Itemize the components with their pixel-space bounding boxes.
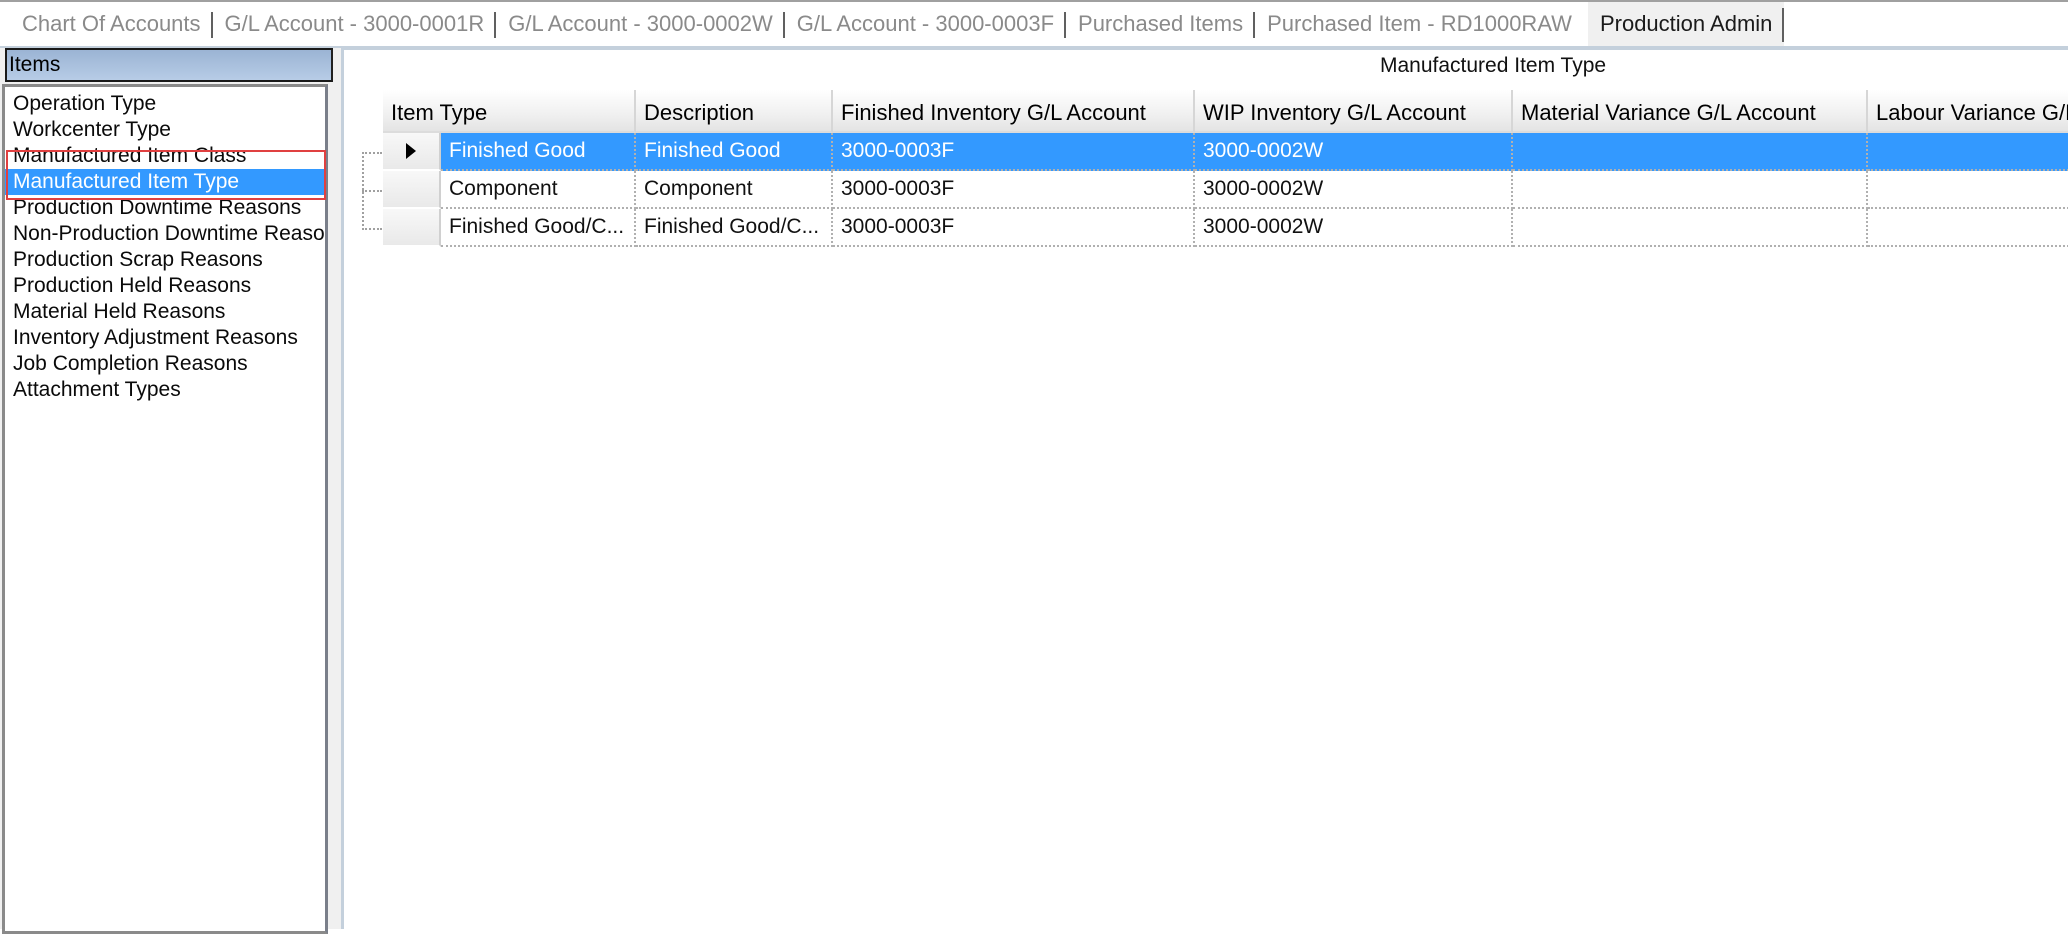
cell-wip-inventory-gl[interactable]: 3000-0002W: [1195, 133, 1513, 171]
items-list: Operation Type Workcenter Type Manufactu…: [2, 84, 328, 934]
cell-labour-variance-gl[interactable]: [1868, 133, 2068, 171]
grid-header-row: Item Type Description Finished Inventory…: [383, 90, 2068, 133]
tab-label: G/L Account - 3000-0002W: [508, 11, 773, 36]
item-type-grid: Item Type Description Finished Inventory…: [383, 90, 2068, 247]
cell-description[interactable]: Finished Good/C...: [636, 209, 833, 247]
tab-label: Production Admin: [1599, 11, 1773, 36]
column-header-labour-variance-gl[interactable]: Labour Variance G/L: [1868, 90, 2068, 133]
tab-label: Purchased Item - RD1000RAW: [1267, 11, 1572, 36]
tab-gl-account-3000-0001r[interactable]: G/L Account - 3000-0001R: [213, 2, 497, 46]
list-item-material-held-reasons[interactable]: Material Held Reasons: [5, 299, 325, 325]
cell-finished-inventory-gl[interactable]: 3000-0003F: [833, 209, 1195, 247]
list-item-production-scrap-reasons[interactable]: Production Scrap Reasons: [5, 247, 325, 273]
tab-gl-account-3000-0002w[interactable]: G/L Account - 3000-0002W: [496, 2, 785, 46]
table-row[interactable]: Finished Good Finished Good 3000-0003F 3…: [383, 133, 2068, 171]
list-item-inventory-adjustment-reasons[interactable]: Inventory Adjustment Reasons: [5, 325, 325, 351]
tab-gl-account-3000-0003f[interactable]: G/L Account - 3000-0003F: [785, 2, 1067, 46]
cell-labour-variance-gl[interactable]: [1868, 209, 2068, 247]
items-panel-header: Items: [5, 48, 333, 82]
table-row[interactable]: Finished Good/C... Finished Good/C... 30…: [383, 209, 2068, 247]
cell-description[interactable]: Component: [636, 171, 833, 209]
row-selector[interactable]: [383, 171, 441, 209]
list-item-workcenter-type[interactable]: Workcenter Type: [5, 117, 325, 143]
row-selector[interactable]: [383, 209, 441, 247]
list-item-operation-type[interactable]: Operation Type: [5, 91, 325, 117]
list-item-production-downtime-reasons[interactable]: Production Downtime Reasons: [5, 195, 325, 221]
cell-item-type[interactable]: Finished Good: [441, 133, 636, 171]
cell-item-type[interactable]: Finished Good/C...: [441, 209, 636, 247]
cell-material-variance-gl[interactable]: [1513, 133, 1868, 171]
table-row[interactable]: Component Component 3000-0003F 3000-0002…: [383, 171, 2068, 209]
tree-connector-tick: [362, 152, 382, 154]
row-selector[interactable]: [383, 133, 441, 171]
list-item-attachment-types[interactable]: Attachment Types: [5, 377, 325, 403]
tab-purchased-items[interactable]: Purchased Items: [1066, 2, 1256, 46]
cell-wip-inventory-gl[interactable]: 3000-0002W: [1195, 209, 1513, 247]
list-item-manufactured-item-class[interactable]: Manufactured Item Class: [5, 143, 325, 169]
column-header-wip-inventory-gl[interactable]: WIP Inventory G/L Account: [1195, 90, 1513, 133]
tab-label: Purchased Items: [1078, 11, 1244, 36]
current-row-arrow-icon: [406, 143, 416, 159]
cell-wip-inventory-gl[interactable]: 3000-0002W: [1195, 171, 1513, 209]
column-header-finished-inventory-gl[interactable]: Finished Inventory G/L Account: [833, 90, 1195, 133]
tab-label: Chart Of Accounts: [22, 11, 201, 36]
cell-material-variance-gl[interactable]: [1513, 209, 1868, 247]
cell-material-variance-gl[interactable]: [1513, 171, 1868, 209]
cell-finished-inventory-gl[interactable]: 3000-0003F: [833, 133, 1195, 171]
tab-production-admin[interactable]: Production Admin: [1587, 2, 1785, 46]
tab-label: G/L Account - 3000-0001R: [224, 11, 485, 36]
tree-connector-tick: [362, 190, 382, 192]
tree-connector-tick: [362, 228, 382, 230]
list-item-production-held-reasons[interactable]: Production Held Reasons: [5, 273, 325, 299]
cell-finished-inventory-gl[interactable]: 3000-0003F: [833, 171, 1195, 209]
tab-chart-of-accounts[interactable]: Chart Of Accounts: [0, 2, 213, 46]
tab-label: G/L Account - 3000-0003F: [796, 11, 1055, 36]
cell-description[interactable]: Finished Good: [636, 133, 833, 171]
cell-item-type[interactable]: Component: [441, 171, 636, 209]
tab-purchased-item-rd1000raw[interactable]: Purchased Item - RD1000RAW: [1255, 2, 1584, 46]
tab-separator: [1782, 8, 1785, 42]
document-tab-bar: Chart Of Accounts G/L Account - 3000-000…: [0, 2, 2068, 48]
column-header-item-type[interactable]: Item Type: [383, 90, 636, 133]
column-header-material-variance-gl[interactable]: Material Variance G/L Account: [1513, 90, 1868, 133]
list-item-manufactured-item-type[interactable]: Manufactured Item Type: [5, 169, 325, 195]
list-item-job-completion-reasons[interactable]: Job Completion Reasons: [5, 351, 325, 377]
grid-title: Manufactured Item Type: [1380, 54, 1607, 77]
list-item-non-production-downtime-reasons[interactable]: Non-Production Downtime Reaso: [5, 221, 325, 247]
column-header-description[interactable]: Description: [636, 90, 833, 133]
cell-labour-variance-gl[interactable]: [1868, 171, 2068, 209]
